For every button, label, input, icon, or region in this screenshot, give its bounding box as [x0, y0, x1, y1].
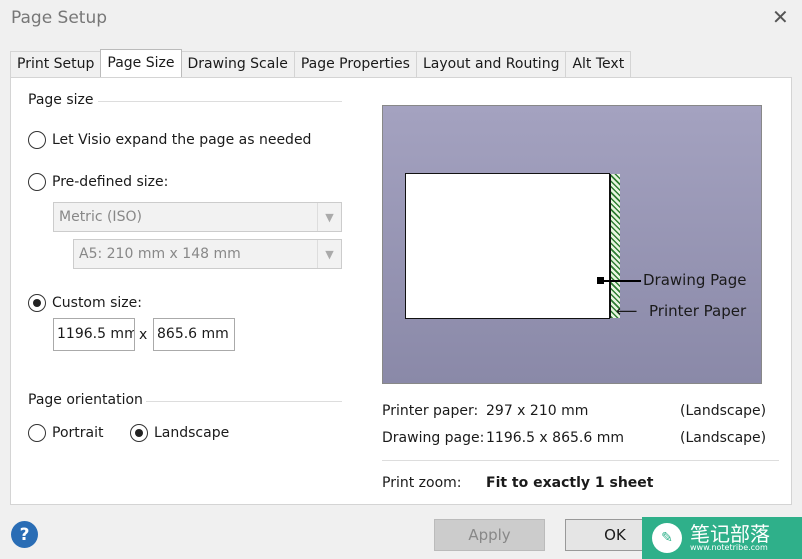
page-preview: Drawing Page ⟵ Printer Paper: [382, 105, 762, 384]
tab-print-setup[interactable]: Print Setup: [10, 51, 102, 78]
close-icon[interactable]: ✕: [772, 5, 789, 29]
orientation-heading: Page orientation: [28, 392, 143, 408]
radio-circle[interactable]: [28, 294, 46, 312]
apply-button[interactable]: Apply: [434, 519, 545, 551]
radio-label: Portrait: [52, 425, 104, 441]
radio-predefined[interactable]: Pre-defined size:: [28, 173, 168, 191]
drawing-page-label: Drawing Page: [643, 271, 747, 289]
drawing-page-preview: [405, 173, 620, 319]
watermark-text: 笔记部落: [690, 522, 770, 546]
printer-paper-overlap: [610, 174, 620, 318]
window-title: Page Setup: [11, 8, 108, 28]
tab-drawing-scale[interactable]: Drawing Scale: [180, 51, 295, 78]
predefined-size-select[interactable]: A5: 210 mm x 148 mm ▼: [73, 239, 342, 269]
radio-circle[interactable]: [130, 424, 148, 442]
radio-circle[interactable]: [28, 424, 46, 442]
radio-label: Landscape: [154, 425, 230, 441]
radio-expand[interactable]: Let Visio expand the page as needed: [28, 131, 311, 149]
tab-layout-routing[interactable]: Layout and Routing: [415, 51, 567, 78]
radio-circle[interactable]: [28, 173, 46, 191]
print-zoom-value: Fit to exactly 1 sheet: [486, 475, 654, 491]
chevron-down-icon[interactable]: ▼: [317, 240, 341, 268]
tab-page-properties[interactable]: Page Properties: [293, 51, 417, 78]
pencil-icon: ✎: [652, 523, 682, 553]
divider: [146, 401, 342, 402]
chevron-down-icon[interactable]: ▼: [317, 203, 341, 231]
custom-height-input[interactable]: 865.6 mm: [153, 318, 235, 351]
radio-portrait[interactable]: Portrait: [28, 424, 103, 442]
page-size-heading: Page size: [28, 92, 94, 108]
drawing-page-orientation: (Landscape): [680, 430, 767, 446]
radio-landscape[interactable]: Landscape: [130, 424, 229, 442]
watermark-logo: ✎ 笔记部落 www.notetribe.com: [642, 517, 802, 559]
custom-width-input[interactable]: 1196.5 mm: [53, 318, 135, 351]
divider: [98, 101, 342, 102]
predefined-category-select[interactable]: Metric (ISO) ▼: [53, 202, 342, 232]
printer-paper-value: 297 x 210 mm: [486, 403, 589, 419]
tab-alt-text[interactable]: Alt Text: [565, 51, 632, 78]
printer-paper-label: Printer Paper: [649, 302, 747, 320]
drawing-page-info-label: Drawing page:: [382, 430, 485, 446]
radio-label: Let Visio expand the page as needed: [52, 132, 312, 148]
tab-page-size[interactable]: Page Size: [100, 49, 182, 77]
marker-icon: [597, 277, 604, 284]
printer-paper-orientation: (Landscape): [680, 403, 767, 419]
tab-bar: Print Setup Page Size Drawing Scale Page…: [10, 49, 632, 78]
radio-circle[interactable]: [28, 131, 46, 149]
radio-custom[interactable]: Custom size:: [28, 294, 142, 312]
print-zoom-label: Print zoom:: [382, 475, 462, 491]
drawing-page-value: 1196.5 x 865.6 mm: [486, 430, 624, 446]
pointer-line: [604, 280, 641, 282]
watermark-url: www.notetribe.com: [690, 543, 768, 552]
radio-label: Custom size:: [52, 295, 142, 311]
arrow-left-icon: ⟵: [616, 302, 638, 320]
times-label: x: [139, 327, 148, 343]
divider: [382, 460, 779, 461]
select-value: Metric (ISO): [59, 209, 142, 225]
radio-label: Pre-defined size:: [52, 174, 169, 190]
printer-paper-label: Printer paper:: [382, 403, 479, 419]
help-button[interactable]: ?: [11, 521, 38, 548]
select-value: A5: 210 mm x 148 mm: [79, 246, 241, 262]
